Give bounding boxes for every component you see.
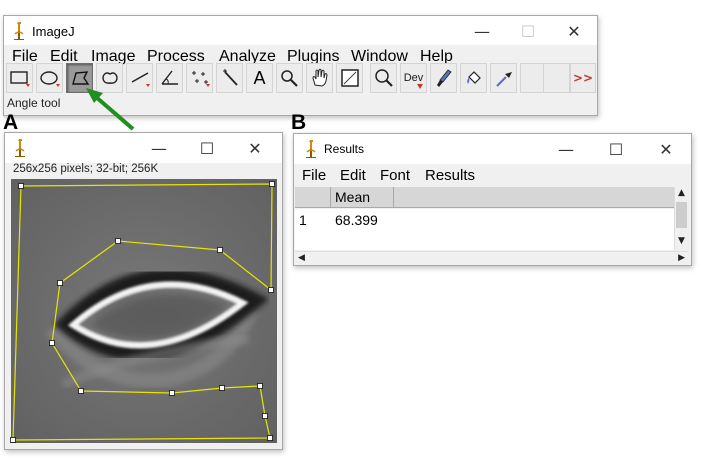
magnifier-tool[interactable] [276,63,303,93]
microscope-icon [15,139,25,157]
zoom-icon [374,69,393,87]
scroll-thumb[interactable] [676,202,687,228]
flood-fill-icon [466,71,481,84]
microscope-icon [14,22,24,40]
status-bar: Angle tool [7,96,61,110]
vertical-scrollbar[interactable]: ▲ ▼ [674,187,688,250]
multipoint-tool[interactable] [186,63,213,93]
results-titlebar[interactable]: Results — ☐ ✕ [294,134,691,164]
rectangle-tool[interactable] [6,63,33,93]
line-tool-icon [131,72,150,87]
pipette-tool[interactable] [490,63,517,93]
horizontal-scrollbar[interactable]: ◀ ▶ [295,251,688,264]
freehand-tool-icon [101,72,118,84]
cell-image [11,179,277,443]
mean-value: 68.399 [335,212,378,228]
image-canvas[interactable] [11,179,277,443]
menu-results[interactable]: Results [425,167,475,184]
freehand-tool[interactable] [96,63,123,93]
scroll-right-icon[interactable]: ▶ [678,253,685,263]
menu-file[interactable]: File [302,167,326,184]
color-picker-icon [340,69,359,87]
scroll-left-icon[interactable]: ◀ [298,253,305,263]
dropdown-indicator-icon [417,84,423,89]
pipette-icon [495,72,512,87]
zoom-tool[interactable] [370,63,397,93]
oval-tool[interactable] [36,63,63,93]
wand-tool-icon [222,69,238,86]
multipoint-tool-icon [191,71,210,87]
menu-edit[interactable]: Edit [340,167,366,184]
imagej-toolbar: A Dev >> [6,63,596,94]
more-tools-icon: >> [572,71,594,85]
column-header-index[interactable] [295,187,331,208]
image-window: — ☐ ✕ 256x256 pixels; 32-bit; 256K [4,132,283,450]
brush-icon [436,69,452,87]
minimize-button[interactable]: — [136,133,182,163]
results-menubar: File Edit Font Results [294,164,691,188]
image-info: 256x256 pixels; 32-bit; 256K [13,163,159,175]
window-title: ImageJ [32,24,75,39]
results-table: 1 68.399 [295,209,675,250]
scroll-tool[interactable] [306,63,333,93]
close-button[interactable]: ✕ [643,134,689,164]
rectangle-tool-icon [9,71,30,87]
oval-tool-icon [39,71,60,87]
maximize-button[interactable]: ☐ [593,134,639,164]
polygon-tool[interactable] [66,63,93,93]
maximize-button[interactable]: ☐ [505,16,551,46]
microscope-icon [306,140,316,158]
scroll-down-icon[interactable]: ▼ [678,236,685,246]
menu-font[interactable]: Font [380,167,410,184]
window-title: Results [324,142,365,156]
table-header: Mean [295,187,675,208]
panel-label-b: B [291,111,307,134]
imagej-titlebar[interactable]: ImageJ — ☐ ✕ [4,16,597,46]
maximize-button[interactable]: ☐ [184,133,230,163]
scroll-hand-icon [311,68,328,87]
brush-tool[interactable] [430,63,457,93]
flood-fill-tool[interactable] [460,63,487,93]
image-window-titlebar[interactable]: — ☐ ✕ [5,133,282,163]
column-header-mean[interactable]: Mean [331,187,394,208]
text-tool[interactable]: A [246,63,273,93]
polygon-tool-icon [71,71,89,85]
magnifier-icon [280,70,298,87]
developer-menu-icon: Dev [403,72,424,84]
close-button[interactable]: ✕ [551,16,597,46]
wand-tool[interactable] [216,63,243,93]
line-tool[interactable] [126,63,153,93]
scroll-up-icon[interactable]: ▲ [678,188,685,198]
text-tool-icon: A [253,67,266,88]
row-index: 1 [299,212,307,228]
close-button[interactable]: ✕ [232,133,278,163]
developer-menu-tool[interactable]: Dev [400,63,427,93]
results-window: Results — ☐ ✕ File Edit Font Results Mea… [293,133,692,266]
angle-tool-icon [160,70,178,85]
color-picker-tool[interactable] [336,63,363,93]
minimize-button[interactable]: — [543,134,589,164]
more-tools-button[interactable]: >> [570,63,596,93]
imagej-main-window: ImageJ — ☐ ✕ File Edit Image Process Ana… [3,15,598,116]
empty-tool-slot-2[interactable] [543,63,570,93]
angle-tool[interactable] [156,63,183,93]
minimize-button[interactable]: — [459,16,505,46]
